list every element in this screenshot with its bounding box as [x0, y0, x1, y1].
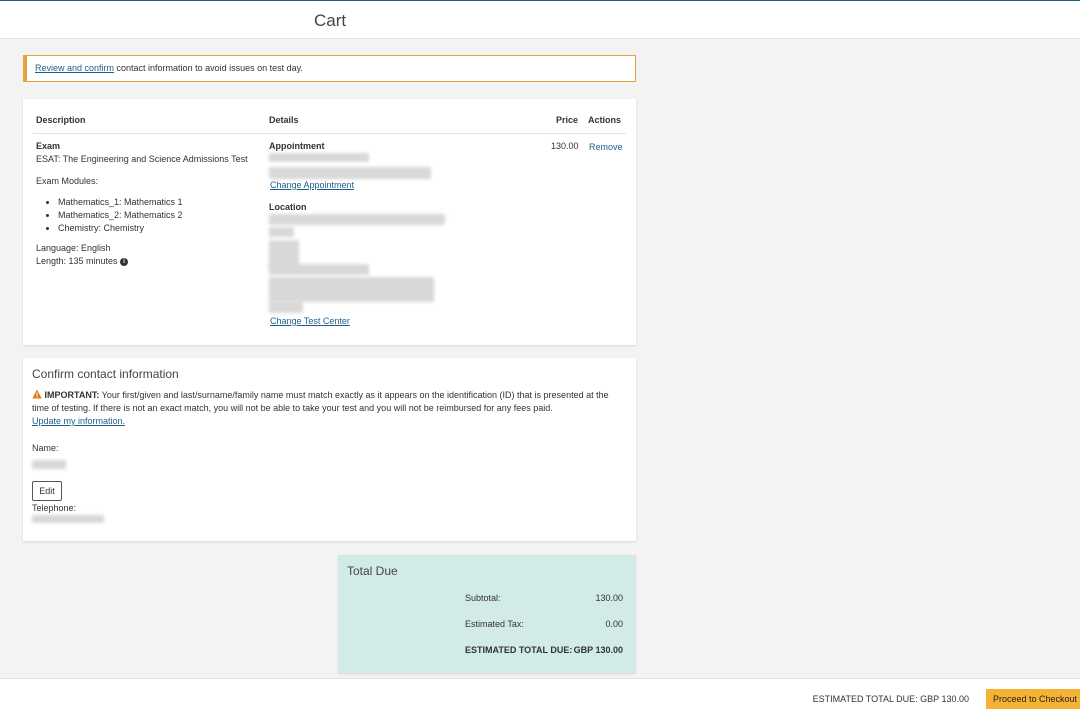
estimated-total-value: GBP 130.00 — [573, 645, 623, 655]
tax-value: 0.00 — [605, 619, 623, 629]
telephone-label: Telephone: — [32, 503, 77, 513]
redacted-location-name — [269, 214, 445, 225]
cart-card: Description Details Price Actions Exam E… — [23, 99, 636, 345]
redacted-location-line — [269, 301, 303, 313]
edit-button[interactable]: Edit — [32, 481, 62, 501]
item-price: 130.00 — [551, 141, 579, 151]
info-icon[interactable]: i — [120, 257, 129, 266]
change-appointment-link[interactable]: Change Appointment — [270, 180, 354, 190]
redacted-location-line — [269, 264, 369, 275]
list-item: Mathematics_1: Mathematics 1 — [58, 197, 183, 207]
column-header-actions: Actions — [588, 115, 622, 125]
total-due-title: Total Due — [347, 564, 398, 578]
column-header-price: Price — [556, 115, 579, 125]
name-label: Name: — [32, 443, 59, 453]
appointment-label: Appointment — [269, 141, 325, 151]
location-label: Location — [269, 202, 307, 212]
column-header-details: Details — [269, 115, 299, 125]
page-title: Cart — [314, 11, 347, 30]
review-banner: Review and confirm contact information t… — [23, 55, 636, 82]
redacted-name — [32, 460, 66, 469]
exam-modules-label: Exam Modules: — [36, 176, 99, 186]
list-item: Chemistry: Chemistry — [58, 223, 183, 233]
exam-modules-list: Mathematics_1: Mathematics 1 Mathematics… — [36, 197, 183, 236]
remove-button[interactable]: Remove — [589, 142, 623, 152]
change-test-center-link[interactable]: Change Test Center — [270, 316, 350, 326]
redacted-telephone — [32, 515, 104, 523]
column-header-description: Description — [36, 115, 86, 125]
review-confirm-link[interactable]: Review and confirm — [35, 63, 114, 73]
exam-length: Length: 135 minutes — [36, 256, 118, 266]
proceed-to-checkout-button[interactable]: Proceed to Checkout — [986, 689, 1080, 709]
tax-label: Estimated Tax: — [465, 619, 524, 629]
important-text: Your first/given and last/surname/family… — [32, 390, 609, 413]
list-item: Mathematics_2: Mathematics 2 — [58, 210, 183, 220]
cart-table-header: Description Details Price Actions — [33, 113, 626, 134]
contact-title: Confirm contact information — [32, 367, 179, 381]
important-label: IMPORTANT: — [44, 390, 100, 400]
footer-bar: ESTIMATED TOTAL DUE: GBP 130.00 Proceed … — [0, 678, 1080, 713]
exam-language: Language: English — [36, 243, 111, 253]
update-information-link[interactable]: Update my information. — [32, 416, 125, 426]
top-bar: Cart — [0, 0, 1080, 39]
redacted-appointment-time — [269, 167, 431, 179]
exam-length-row: Length: 135 minutes i — [36, 256, 129, 266]
redacted-appointment-date — [269, 153, 369, 162]
subtotal-label: Subtotal: — [465, 593, 501, 603]
contact-card: Confirm contact information IMPORTANT: Y… — [23, 358, 636, 541]
redacted-location-line — [269, 277, 434, 302]
banner-text: contact information to avoid issues on t… — [114, 63, 303, 73]
estimated-total-label: ESTIMATED TOTAL DUE: — [465, 645, 573, 655]
footer-estimated-total: ESTIMATED TOTAL DUE: GBP 130.00 — [812, 694, 969, 704]
subtotal-value: 130.00 — [595, 593, 623, 603]
important-notice: IMPORTANT: Your first/given and last/sur… — [32, 389, 622, 428]
warning-icon — [32, 389, 42, 399]
exam-type: Exam — [36, 141, 61, 151]
exam-name: ESAT: The Engineering and Science Admiss… — [36, 154, 248, 164]
total-due-card: Total Due Subtotal: 130.00 Estimated Tax… — [338, 555, 636, 673]
redacted-location-line — [269, 227, 294, 237]
